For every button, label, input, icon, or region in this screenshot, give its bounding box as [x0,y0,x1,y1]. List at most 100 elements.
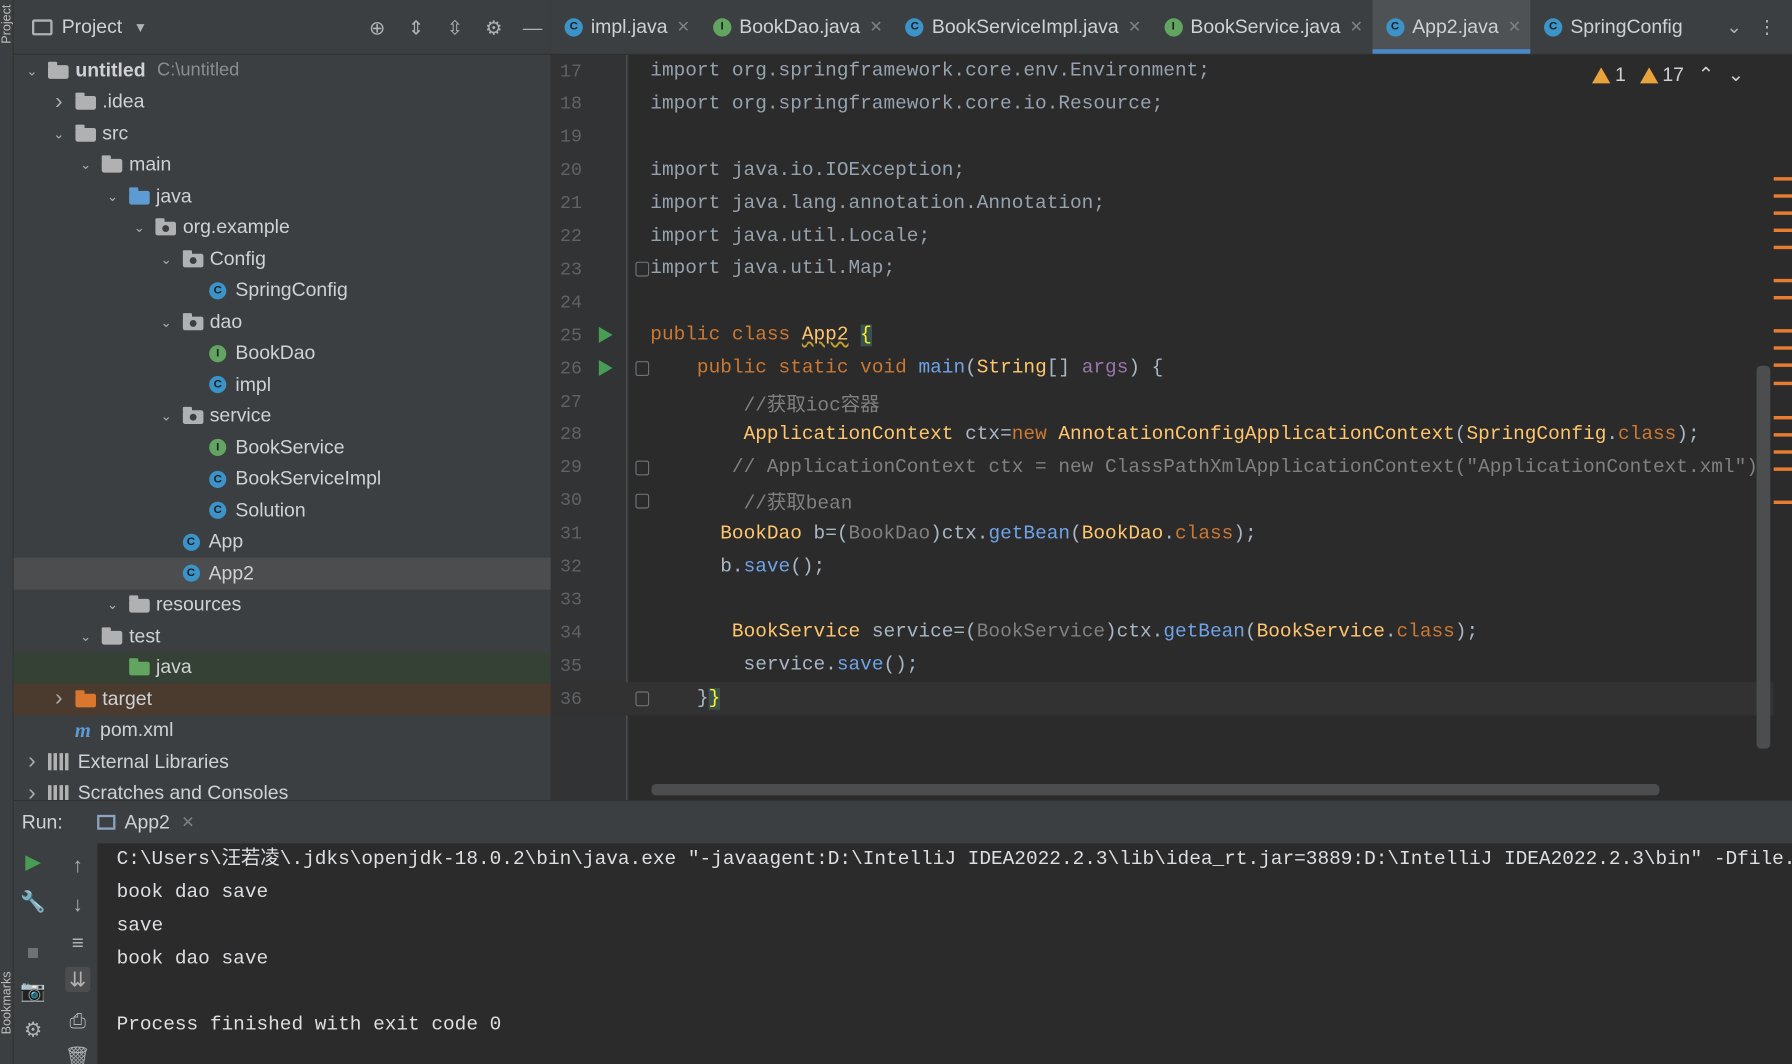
stop-icon[interactable]: ■ [21,939,46,964]
warning-marker[interactable] [1773,500,1792,504]
warning-marker[interactable] [1773,415,1792,420]
warning-marker[interactable] [1773,450,1792,454]
hide-panel-icon[interactable]: — [521,16,544,39]
tree-row-java[interactable]: java [13,651,551,684]
tree-row-org-example[interactable]: ⌄ org.example [14,212,551,243]
tree-row-bookserviceimpl[interactable]: C BookServiceImpl [14,463,551,494]
run-tab-app2[interactable]: App2 ✕ [88,801,204,844]
fold-icon[interactable] [635,691,650,707]
code-line[interactable]: 32 b.save(); [551,550,1774,583]
code-line[interactable]: 34 BookService service=(BookService)ctx.… [551,616,1774,649]
code-line[interactable]: 24 [551,286,1774,319]
warning-marker[interactable] [1773,194,1792,198]
tree-row-impl[interactable]: Cimpl [14,369,551,400]
warning-marker[interactable] [1773,363,1792,367]
tree-row-config[interactable]: ⌄ Config [14,243,551,274]
warning-marker[interactable] [1773,329,1792,333]
tree-row-untitled[interactable]: ⌄ untitled C:\untitled [14,55,551,86]
error-stripe[interactable] [1773,54,1792,800]
close-icon[interactable]: ✕ [869,17,882,36]
chevron-down-icon[interactable]: ⌄ [25,63,39,79]
tree-row-target[interactable]: › target [13,683,551,715]
close-icon[interactable]: ✕ [1128,17,1141,36]
run-gutter-icon[interactable] [598,327,613,344]
fold-icon[interactable] [635,262,650,278]
warning-marker[interactable] [1773,278,1792,283]
tab-bookservice-java[interactable]: I BookService.java ✕ [1150,0,1372,54]
close-icon[interactable]: ✕ [1350,17,1363,36]
editor-horizontal-scrollbar[interactable] [651,783,1660,796]
chevron-down-icon[interactable]: ⌄ [133,220,147,236]
code-line[interactable]: 17 import org.springframework.core.env.En… [551,55,1774,88]
editor-vertical-scrollbar[interactable] [1756,365,1771,749]
tree-row-test[interactable]: ⌄ test [14,621,551,652]
code-line[interactable]: 20 import java.io.IOException; [551,154,1774,187]
tree-row-resources[interactable]: ⌄ resources [14,589,551,620]
chevron-down-icon[interactable]: ⌄ [52,125,66,141]
tree-row-src[interactable]: ⌄ src [14,118,551,149]
tab-springconfig[interactable]: C SpringConfig [1530,0,1691,54]
chevron-down-icon[interactable]: ⌄ [1726,15,1741,38]
fold-icon[interactable] [635,361,650,377]
tree-row-main[interactable]: ⌄ main [14,149,551,180]
more-icon[interactable]: ⋮ [1758,15,1776,38]
code-line[interactable]: 27 //获取ioc容器 [551,385,1774,418]
close-icon[interactable]: ✕ [181,813,194,832]
warning-marker[interactable] [1773,228,1792,232]
code-line[interactable]: 29 // ApplicationContext ctx = new Class… [551,451,1774,484]
code-line[interactable]: 28 ApplicationContext ctx=new Annotation… [551,418,1774,451]
tree-row-java[interactable]: ⌄ java [14,181,551,212]
chevron-down-icon[interactable]: ⌄ [159,314,173,330]
tab-app2-java[interactable]: C App2.java ✕ [1372,0,1531,54]
chevron-right-icon[interactable]: › [52,89,66,115]
arrow-up-icon[interactable]: ↑ [65,853,90,878]
rerun-icon[interactable]: ▶ [21,849,46,874]
chevron-right-icon[interactable]: › [25,749,39,775]
wrench-icon[interactable]: 🔧 [20,889,46,914]
camera-icon[interactable]: 📷 [20,978,46,1003]
run-console[interactable]: C:\Users\汪若凌\.jdks\openjdk-18.0.2\bin\ja… [98,843,1792,1064]
chevron-down-icon[interactable]: ⌄ [79,157,93,173]
chevron-down-icon[interactable]: ⌄ [159,408,173,424]
soft-wrap-icon[interactable]: ≡ [65,930,90,955]
tree-row-solution[interactable]: C Solution [14,495,551,526]
warning-marker[interactable] [1773,177,1792,181]
code-line[interactable]: 21 import java.lang.annotation.Annotation… [551,187,1774,220]
tree-row-dao[interactable]: ⌄ dao [14,306,551,337]
code-line[interactable]: 36 }} [550,682,1774,716]
code-line[interactable]: 26 public static void main(String[] args… [551,352,1774,385]
fold-icon[interactable] [635,493,650,509]
fold-icon[interactable] [635,460,650,476]
warning-marker[interactable] [1773,346,1792,350]
tree-row--idea[interactable]: › .idea [14,86,551,117]
code-editor[interactable]: 1 17 ⌃ ⌄ 17 import org.springframework.co… [550,54,1774,800]
close-icon[interactable]: ✕ [677,17,690,36]
run-gutter-icon[interactable] [598,360,613,377]
expand-all-icon[interactable]: ⇕ [405,16,428,39]
tree-row-app[interactable]: C App [14,526,551,557]
chevron-down-icon[interactable]: ⌄ [79,628,93,644]
chevron-down-icon[interactable]: ⌄ [159,251,173,267]
tree-row-springconfig[interactable]: C SpringConfig [14,275,551,306]
code-line[interactable]: 25 public class App2 { [551,319,1774,352]
tree-row-app2[interactable]: C App2 [13,557,551,590]
project-tool-label[interactable]: Project [0,5,14,44]
tree-row-service[interactable]: ⌄ service [14,401,551,432]
code-line[interactable]: 30 //获取bean [551,484,1774,517]
print-icon[interactable]: ⎙ [65,1008,90,1033]
project-panel-title[interactable]: Project [62,15,122,38]
code-line[interactable]: 18 import org.springframework.core.io.Res… [551,88,1774,121]
bookmarks-tool-label[interactable]: Bookmarks [0,971,14,1034]
code-line[interactable]: 19 [551,121,1774,154]
locate-icon[interactable]: ⊕ [366,16,389,39]
arrow-down-icon[interactable]: ↓ [65,891,90,916]
scroll-to-end-icon[interactable]: ⇊ [65,966,91,992]
warning-marker[interactable] [1773,433,1792,437]
tree-row-bookservice[interactable]: I BookService [14,432,551,463]
warning-marker[interactable] [1773,245,1792,250]
tab-impl-java[interactable]: Cimpl.java ✕ [551,0,699,54]
chevron-right-icon[interactable]: › [52,686,66,712]
warning-marker[interactable] [1773,381,1792,386]
code-line[interactable]: 33 [551,583,1774,616]
tab-bookdao-java[interactable]: I BookDao.java ✕ [699,0,892,54]
